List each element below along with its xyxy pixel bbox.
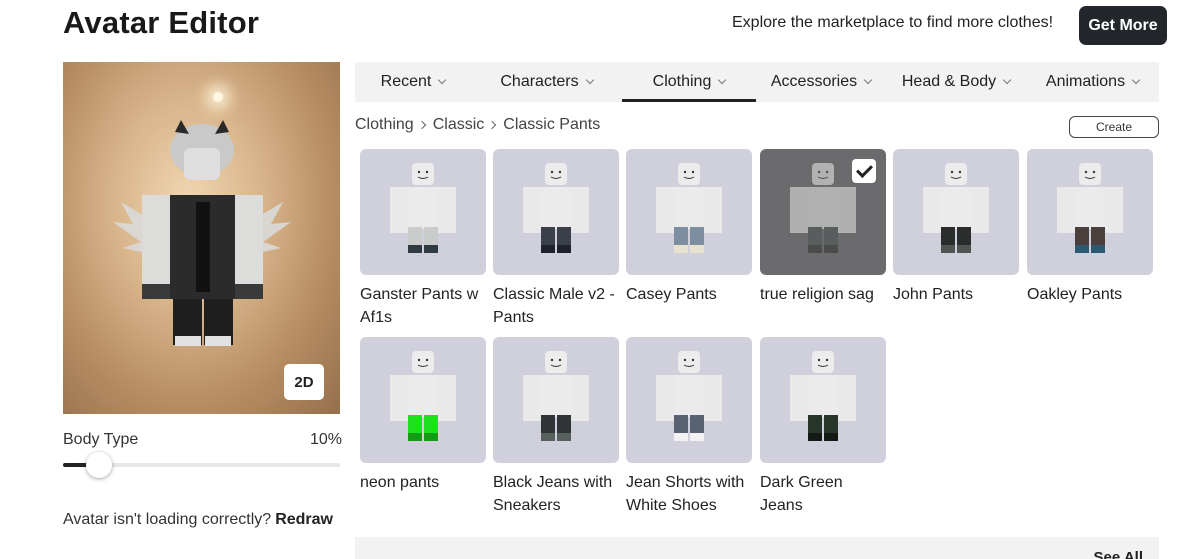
item-thumbnail [626, 337, 752, 463]
create-button[interactable]: Create [1069, 116, 1159, 138]
item-thumbnail [626, 149, 752, 275]
clothing-item[interactable]: Dark Green Jeans [760, 337, 886, 517]
slider-thumb[interactable] [85, 452, 112, 478]
page-title: Avatar Editor [63, 5, 260, 40]
clothing-item[interactable]: Casey Pants [626, 149, 752, 306]
chevron-right-icon [488, 120, 497, 130]
clothing-item[interactable]: Oakley Pants [1027, 149, 1153, 306]
item-name: Jean Shorts with White Shoes [626, 474, 745, 514]
item-name: true religion sag [760, 286, 874, 303]
tab-label: Animations [1045, 73, 1126, 90]
item-thumbnail [360, 149, 486, 275]
tab-clothing[interactable]: Clothing [622, 62, 756, 102]
tab-label: Characters [500, 73, 579, 90]
loading-help-text: Avatar isn't loading correctly? [63, 511, 272, 528]
item-name: Ganster Pants w Af1s [360, 286, 479, 326]
tab-label: Clothing [652, 73, 712, 90]
item-name: Casey Pants [626, 286, 717, 303]
chevron-down-icon [1131, 75, 1141, 85]
tab-head-body[interactable]: Head & Body [886, 62, 1026, 102]
redraw-link[interactable]: Redraw [275, 511, 333, 528]
chevron-down-icon [718, 75, 727, 85]
item-name: neon pants [360, 474, 440, 491]
item-name: Dark Green Jeans [760, 474, 843, 514]
chevron-down-icon [1002, 75, 1012, 85]
breadcrumb-clothing[interactable]: Clothing [355, 116, 414, 134]
checkmark-icon[interactable] [852, 159, 876, 183]
item-thumbnail [493, 337, 619, 463]
item-thumbnail [893, 149, 1019, 275]
item-name: John Pants [893, 286, 974, 303]
body-type-slider[interactable] [63, 452, 340, 478]
see-all-bar: See All [355, 537, 1159, 559]
tab-label: Recent [380, 73, 432, 90]
tab-animations[interactable]: Animations [1026, 62, 1159, 102]
get-more-button[interactable]: Get More [1079, 6, 1167, 45]
chevron-down-icon [585, 75, 594, 85]
avatar-preview[interactable]: 2D [63, 62, 340, 414]
item-name: Oakley Pants [1027, 286, 1123, 303]
clothing-item[interactable]: Classic Male v2 - Pants [493, 149, 619, 329]
chevron-down-icon [863, 75, 873, 85]
category-tabs: Recent Characters Clothing Accessories H… [355, 62, 1159, 102]
tab-accessories[interactable]: Accessories [756, 62, 886, 102]
clothing-item[interactable]: neon pants [360, 337, 486, 494]
clothing-item[interactable]: true religion sag [760, 149, 886, 306]
chevron-right-icon [417, 120, 426, 130]
item-name: Black Jeans with Sneakers [493, 474, 613, 514]
body-type-value: 10% [310, 431, 343, 448]
item-name: Classic Male v2 - Pants [493, 286, 615, 326]
avatar-figure [113, 120, 291, 346]
breadcrumb-classic[interactable]: Classic [433, 116, 485, 134]
breadcrumb: Clothing Classic Classic Pants [355, 116, 600, 134]
toggle-2d-button[interactable]: 2D [284, 364, 324, 400]
item-thumbnail [360, 337, 486, 463]
clothing-item[interactable]: Black Jeans with Sneakers [493, 337, 619, 517]
tab-label: Head & Body [901, 73, 997, 90]
item-thumbnail [760, 337, 886, 463]
tab-label: Accessories [770, 73, 858, 90]
item-thumbnail [760, 149, 886, 275]
loading-help: Avatar isn't loading correctly? Redraw [63, 511, 333, 529]
clothing-item[interactable]: John Pants [893, 149, 1019, 306]
breadcrumb-classic-pants: Classic Pants [503, 116, 601, 133]
see-all-link[interactable]: See All [1094, 549, 1143, 559]
tab-recent[interactable]: Recent [355, 62, 471, 102]
clothing-item[interactable]: Jean Shorts with White Shoes [626, 337, 752, 517]
body-type-label: Body Type [63, 431, 139, 448]
marketplace-promo-text: Explore the marketplace to find more clo… [732, 14, 1054, 31]
tab-characters[interactable]: Characters [471, 62, 622, 102]
item-thumbnail [493, 149, 619, 275]
item-thumbnail [1027, 149, 1153, 275]
clothing-item[interactable]: Ganster Pants w Af1s [360, 149, 486, 329]
chevron-down-icon [438, 75, 447, 85]
